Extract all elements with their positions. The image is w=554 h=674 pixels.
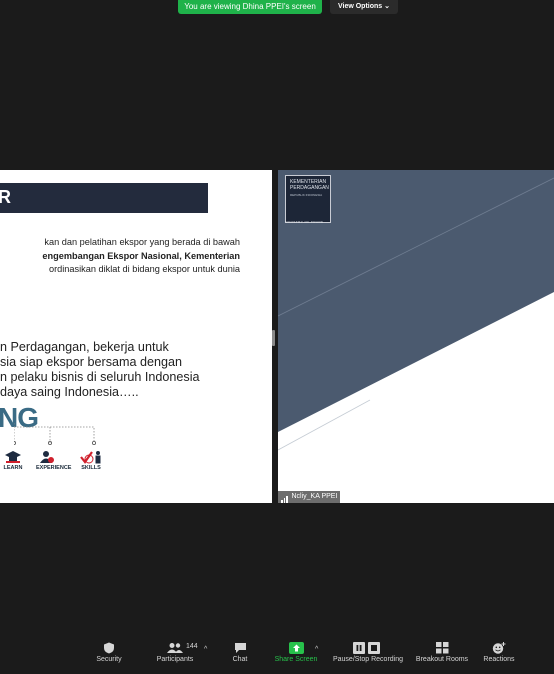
learn-label: LEARN <box>3 465 23 471</box>
presentation-slide: R kan dan pelatihan ekspor yang berada d… <box>0 170 272 503</box>
shield-icon <box>104 642 114 654</box>
logo-subtitle: REPUBLIK INDONESIA <box>290 193 323 197</box>
paragraph-2-line: n Perdagangan, bekerja untuk <box>0 340 169 354</box>
participants-icon <box>167 643 183 653</box>
reactions-button[interactable]: Reactions <box>481 642 517 663</box>
participant-name: Ncliy_KA PPEI <box>291 493 338 500</box>
chat-button[interactable]: Chat <box>228 642 252 663</box>
breakout-rooms-label: Breakout Rooms <box>415 656 469 663</box>
checkmark-person-icon <box>80 451 101 464</box>
person-badge-icon <box>40 451 54 463</box>
experience-label: EXPERIENCE <box>36 465 72 471</box>
split-resize-handle[interactable] <box>272 330 275 346</box>
recording-label: Pause/Stop Recording <box>332 656 404 663</box>
share-caret-icon[interactable]: ^ <box>315 646 318 653</box>
view-options-button[interactable]: View Options ⌄ <box>330 0 398 14</box>
smiley-plus-icon <box>492 642 506 654</box>
participants-count-badge: 144 <box>186 643 198 650</box>
participant-name-tag: Ncliy_KA PPEI <box>278 491 341 503</box>
experience-item: EXPERIENCE <box>36 450 72 471</box>
viewing-banner: You are viewing Dhina PPEI's screen <box>178 0 322 14</box>
paragraph-2-line: sia siap ekspor bersama dengan <box>0 355 183 369</box>
chat-label: Chat <box>232 656 248 663</box>
learn-item: LEARN <box>2 450 24 471</box>
slide-paragraph-1: kan dan pelatihan ekspor yang berada di … <box>0 236 240 277</box>
logo-footer: MINISTRY OF TRADE <box>285 220 324 224</box>
chevron-down-icon: ⌄ <box>384 3 391 10</box>
paragraph-1-line: engembangan Ekspor Nasional, Kementerian <box>42 250 240 261</box>
slide-title-letter: R <box>0 187 11 207</box>
graduation-cap-icon <box>5 451 21 463</box>
signal-bars-icon <box>281 491 289 503</box>
share-arrow-icon <box>288 642 304 654</box>
connector-dots <box>14 423 96 445</box>
pause-stop-icon <box>353 642 380 654</box>
reactions-label: Reactions <box>483 656 515 663</box>
skills-label: SKILLS <box>81 465 101 471</box>
paragraph-1-line: ordinasikan diklat di bidang ekspor untu… <box>48 264 240 274</box>
paragraph-1-line: kan dan pelatihan ekspor yang berada di … <box>44 237 240 247</box>
breakout-grid-icon <box>435 642 448 654</box>
shared-screen-area: R kan dan pelatihan ekspor yang berada d… <box>0 170 554 503</box>
security-label: Security <box>96 656 122 663</box>
participants-caret-icon[interactable]: ^ <box>204 646 207 653</box>
logo-title: KEMENTERIAN PERDAGANGAN <box>290 179 329 191</box>
slide-paragraph-2: n Perdagangan, bekerja untuk sia siap ek… <box>0 340 270 400</box>
kemendag-logo: KEMENTERIAN PERDAGANGAN REPUBLIK INDONESI… <box>285 175 331 223</box>
meeting-toolbar: Security Participants 144 ^ Chat Share S… <box>0 638 554 674</box>
security-button[interactable]: Security <box>94 642 124 663</box>
skills-item: SKILLS <box>80 450 102 471</box>
participant-video-tile[interactable]: KEMENTERIAN PERDAGANGAN REPUBLIK INDONESI… <box>278 170 554 503</box>
slide-title-bar: R <box>0 183 208 213</box>
recording-button[interactable]: Pause/Stop Recording <box>330 642 406 663</box>
view-options-label: View Options <box>337 3 383 10</box>
share-screen-label: Share Screen <box>274 656 318 663</box>
share-screen-button[interactable]: Share Screen <box>271 642 321 663</box>
paragraph-2-line: n pelaku bisnis di seluruh Indonesia <box>0 370 200 384</box>
breakout-rooms-button[interactable]: Breakout Rooms <box>413 642 471 663</box>
participants-label: Participants <box>156 656 194 663</box>
paragraph-2-line: daya saing Indonesia….. <box>0 385 139 399</box>
chat-bubble-icon <box>234 643 246 653</box>
learn-experience-skills-row: LEARN EXPERIENCE SKILLS <box>2 450 112 480</box>
